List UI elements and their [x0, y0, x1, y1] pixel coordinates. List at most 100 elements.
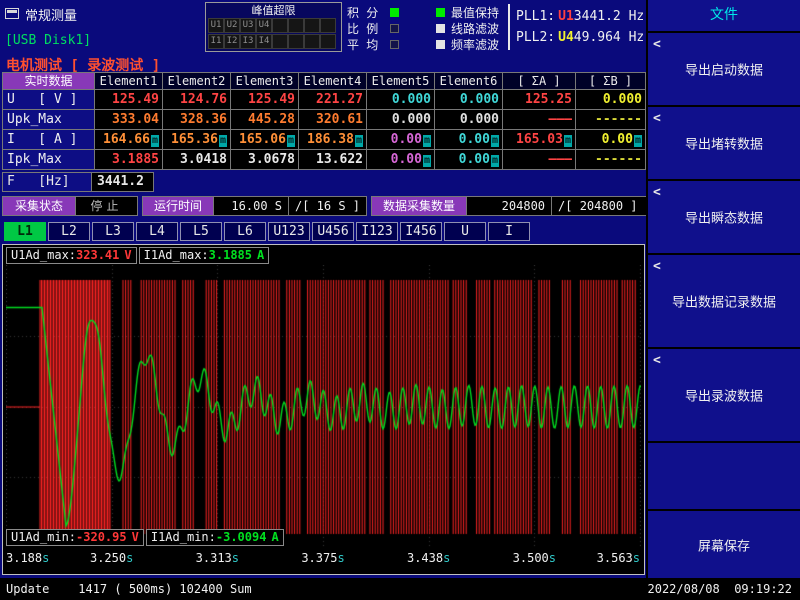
- tab-l6[interactable]: L6: [224, 222, 266, 241]
- value-text: 186.38: [307, 132, 354, 147]
- tab-i123[interactable]: I123: [356, 222, 398, 241]
- value-cell: 0.000: [576, 90, 646, 110]
- value-cell: 0.000: [367, 110, 435, 130]
- unit-suffix: m: [287, 135, 295, 147]
- x-tick-unit: s: [232, 551, 239, 565]
- sidebar-button-label: 导出启动数据: [648, 60, 800, 79]
- x-tick-label: 3.438s: [407, 551, 450, 565]
- value-cell: 165.36m: [163, 130, 231, 150]
- screen-save-button[interactable]: 屏幕保存: [648, 511, 800, 578]
- i-min-label: I1Ad_min:: [151, 530, 216, 544]
- table-header-cell: [ ΣA ]: [503, 73, 576, 90]
- power-analyzer-screen: 常规测量 [USB Disk1] 峰值超限 U1U2U3U4 I1I2I3I4 …: [0, 0, 800, 600]
- x-tick-label: 3.375s: [301, 551, 344, 565]
- pll2-value: 49.964 Hz: [574, 30, 644, 45]
- toggle-indicator: [390, 24, 399, 33]
- value-cell: 165.03m: [503, 130, 576, 150]
- i-min-value: -3.0094: [216, 530, 267, 544]
- channel-tab-bar: L1L2L3L4L5L6U123U456I123I456UI: [4, 222, 530, 241]
- peak-indicator-empty: [304, 18, 320, 33]
- value-cell: 125.25: [503, 90, 576, 110]
- value-cell: 3.1885: [95, 150, 163, 170]
- u-min-value: -320.95: [76, 530, 127, 544]
- value-text: ------: [595, 112, 642, 127]
- filter-toggle-block: 最值保持线路滤波频率滤波: [436, 4, 499, 52]
- value-cell: 0.000: [435, 90, 503, 110]
- frequency-readout: F [Hz] 3441.2: [2, 172, 154, 192]
- value-cell: 3.0678: [231, 150, 299, 170]
- value-text: 0.000: [392, 112, 431, 127]
- peak-indicator-empty: [288, 18, 304, 33]
- i-max-value: 3.1885: [209, 248, 252, 262]
- file-button[interactable]: 文件: [648, 0, 800, 31]
- acq-status-label: 采集状态: [3, 197, 75, 215]
- tab-i456[interactable]: I456: [400, 222, 442, 241]
- runtime-value: 16.00 S /[ 16 S ]: [213, 197, 366, 215]
- filter-row: 最值保持: [436, 4, 499, 20]
- tab-u[interactable]: U: [444, 222, 486, 241]
- table-header-cell: 实时数据: [3, 73, 95, 90]
- peak-indicator-u2: U2: [224, 18, 240, 33]
- frequency-label: F [Hz]: [3, 173, 91, 191]
- unit-suffix: m: [423, 135, 431, 147]
- toggle-label: 平 均: [347, 36, 378, 53]
- sample-count-current: 204800: [473, 197, 545, 215]
- menu-icon[interactable]: [5, 8, 19, 19]
- value-text: 125.49: [112, 92, 159, 107]
- x-tick-unit: s: [549, 551, 556, 565]
- sidebar-button-label: 导出堵转数据: [648, 134, 800, 153]
- tab-l2[interactable]: L2: [48, 222, 90, 241]
- unit-suffix: m: [491, 135, 499, 147]
- chevron-left-icon: <: [653, 37, 661, 52]
- export-datalog-data-button[interactable]: <导出数据记录数据: [648, 255, 800, 347]
- peak-indicator-empty: [288, 34, 304, 49]
- export-waverecord-data-button[interactable]: <导出录波数据: [648, 349, 800, 441]
- value-text: 165.36: [171, 132, 218, 147]
- unit-suffix: m: [355, 135, 363, 147]
- sidebar-button-label: 导出瞬态数据: [648, 208, 800, 227]
- integration-toggle-block: 积 分比 例平 均: [347, 4, 399, 52]
- value-cell: 124.76: [163, 90, 231, 110]
- unit-suffix: m: [564, 135, 572, 147]
- chevron-left-icon: <: [653, 185, 661, 200]
- x-tick-unit: s: [443, 551, 450, 565]
- value-text: 0.00: [602, 132, 633, 147]
- value-cell: 0.00m: [435, 130, 503, 150]
- toggle-label: 积 分: [347, 4, 378, 21]
- x-tick-unit: s: [337, 551, 344, 565]
- chevron-left-icon: <: [653, 353, 661, 368]
- tab-l4[interactable]: L4: [136, 222, 178, 241]
- runtime-current: 16.00 S: [220, 197, 282, 215]
- table-header-cell: Element1: [95, 73, 163, 90]
- peak-indicator-empty: [320, 34, 336, 49]
- peak-indicator-i1: I1: [208, 34, 224, 49]
- toggle-row: 积 分: [347, 4, 399, 20]
- filter-row: 频率滤波: [436, 36, 499, 52]
- pll-block: PLL1: U1 3441.2 Hz PLL2: U4 49.964 Hz: [516, 6, 644, 48]
- export-start-data-button[interactable]: < 导出启动数据: [648, 33, 800, 105]
- toggle-indicator: [390, 40, 399, 49]
- bottom-status-bar: Update 1417 ( 500ms) 102400 Sum 2022/08/…: [0, 578, 800, 600]
- tab-i[interactable]: I: [488, 222, 530, 241]
- tab-l1[interactable]: L1: [4, 222, 46, 241]
- pll2-label: PLL2:: [516, 30, 555, 45]
- x-tick-number: 3.188: [6, 551, 42, 565]
- i-max-label: I1Ad_max:: [144, 248, 209, 262]
- toggle-row: 比 例: [347, 20, 399, 36]
- tab-u456[interactable]: U456: [312, 222, 354, 241]
- x-tick-unit: s: [42, 551, 49, 565]
- tab-l3[interactable]: L3: [92, 222, 134, 241]
- tab-l5[interactable]: L5: [180, 222, 222, 241]
- max-readouts: U1Ad_max:323.41V I1Ad_max:3.1885A: [6, 247, 269, 264]
- tab-u123[interactable]: U123: [268, 222, 310, 241]
- unit-suffix: m: [491, 155, 499, 167]
- export-transient-data-button[interactable]: < 导出瞬态数据: [648, 181, 800, 253]
- measurement-table: 实时数据Element1Element2Element3Element4Elem…: [2, 72, 646, 170]
- value-cell: 445.28: [231, 110, 299, 130]
- peak-indicator-empty: [272, 18, 288, 33]
- value-cell: 0.000: [367, 90, 435, 110]
- export-stall-data-button[interactable]: <导出堵转数据: [648, 107, 800, 179]
- x-tick-label: 3.313s: [196, 551, 239, 565]
- table-header-row: 实时数据Element1Element2Element3Element4Elem…: [3, 73, 646, 90]
- value-text: 328.36: [180, 112, 227, 127]
